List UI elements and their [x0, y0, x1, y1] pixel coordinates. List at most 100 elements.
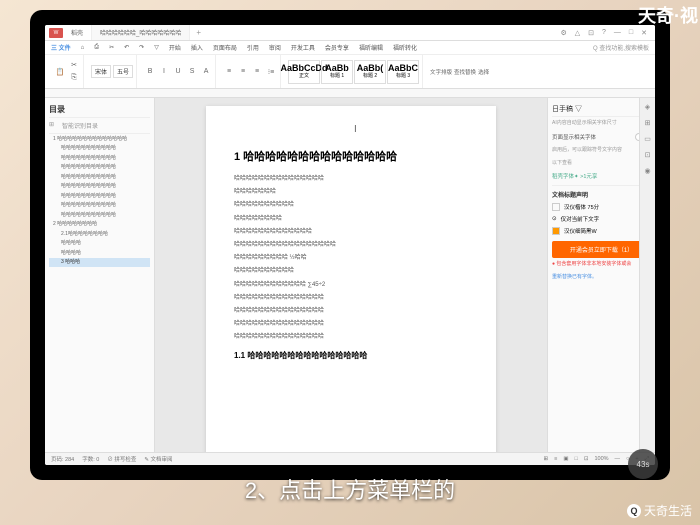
- menu-start[interactable]: 开始: [169, 43, 181, 52]
- status-words[interactable]: 字数: 0: [82, 455, 99, 463]
- outline-sidebar: 目录 ⊞ 智能识别目录 1 哈哈哈哈哈哈哈哈哈哈哈哈哈哈哈哈哈哈哈哈哈哈哈哈哈哈…: [45, 98, 155, 452]
- cut-button[interactable]: ✂: [68, 59, 80, 71]
- font-select[interactable]: 宋体: [91, 65, 111, 78]
- panel-opt2-hint: 启用后，可以跟踪符号文字内容: [552, 144, 651, 157]
- radio-icon[interactable]: ⊙: [552, 216, 557, 222]
- document-area[interactable]: I 1 哈哈哈哈哈哈哈哈哈哈哈哈哈哈 哈哈哈哈哈哈哈哈哈哈哈哈哈哈哈 哈哈哈哈哈…: [155, 98, 547, 452]
- menu-foxit-edit[interactable]: 福昕编辑: [359, 43, 383, 52]
- view-icon[interactable]: ≡: [554, 456, 557, 462]
- close-icon[interactable]: ✕: [641, 29, 647, 37]
- paragraph: 哈哈哈哈哈哈哈哈哈哈哈哈哈哈哈: [234, 319, 468, 329]
- outline-item[interactable]: 哈哈哈哈哈哈哈哈哈哈哈: [49, 201, 150, 211]
- menu-print-icon[interactable]: ⎙: [94, 44, 99, 51]
- menu-file[interactable]: 三 文件: [51, 43, 71, 52]
- view-icon[interactable]: □: [575, 456, 578, 462]
- menu-cut-icon[interactable]: ✂: [109, 44, 114, 51]
- view-icon[interactable]: ⊞: [544, 456, 549, 462]
- strip-icon[interactable]: ▭: [643, 134, 653, 144]
- outline-item[interactable]: 1 哈哈哈哈哈哈哈哈哈哈哈哈哈哈: [49, 134, 150, 144]
- outline-item[interactable]: 哈哈哈哈哈哈哈哈哈哈哈: [49, 210, 150, 220]
- tab-add[interactable]: +: [190, 28, 207, 37]
- color-button[interactable]: A: [200, 66, 212, 78]
- wps-logo[interactable]: W: [49, 28, 63, 38]
- outline-item[interactable]: 哈哈哈哈哈哈哈哈哈哈哈: [49, 182, 150, 192]
- menu-devtools[interactable]: 开发工具: [291, 43, 315, 52]
- download-button[interactable]: 开通会员立即下载（1）: [552, 241, 651, 258]
- menu-review[interactable]: 审阅: [269, 43, 281, 52]
- menu-dropdown-icon[interactable]: ▽: [154, 44, 159, 51]
- style-swatch-orange[interactable]: [552, 227, 560, 235]
- outline-tab-smart[interactable]: 智能识别目录: [62, 121, 98, 130]
- outline-item[interactable]: 哈哈哈哈哈哈哈哈哈哈哈: [49, 191, 150, 201]
- menu-redo-icon[interactable]: ↷: [139, 44, 144, 51]
- menu-layout[interactable]: 页面布局: [213, 43, 237, 52]
- style-gallery: AaBbCcDd正文 AaBb标题 1 AaBb(标题 2 AaBbC标题 3: [285, 55, 423, 88]
- style-h1[interactable]: AaBb标题 1: [321, 60, 353, 84]
- align-left-button[interactable]: ≡: [223, 66, 235, 78]
- font-style-3[interactable]: 汉仪细简黑W: [564, 227, 597, 235]
- tab-document[interactable]: 哈哈哈哈哈哈_哈哈哈哈哈哈哈: [92, 25, 190, 40]
- minimize-icon[interactable]: —: [614, 29, 621, 37]
- panel-link[interactable]: 稻壳字体✦ >1元享: [552, 170, 651, 182]
- panel-title-text[interactable]: 日手稿 ▽: [552, 104, 582, 114]
- style-h2[interactable]: AaBb(标题 2: [354, 60, 386, 84]
- outline-item[interactable]: 哈哈哈哈哈哈哈哈哈哈哈: [49, 163, 150, 173]
- view-icon[interactable]: ▣: [563, 456, 568, 462]
- paragraph: 哈哈哈哈哈哈哈哈哈哈哈哈哈哈哈哈哈: [234, 240, 468, 250]
- outline-item[interactable]: 哈哈哈哈: [49, 239, 150, 249]
- italic-button[interactable]: I: [158, 66, 170, 78]
- outline-item[interactable]: 2 哈哈哈哈哈哈哈哈: [49, 220, 150, 230]
- paste-button[interactable]: 📋: [54, 66, 66, 78]
- size-select[interactable]: 五号: [113, 65, 133, 78]
- maximize-icon[interactable]: □: [629, 29, 633, 37]
- tab-home[interactable]: 稻壳: [63, 25, 92, 40]
- strip-icon[interactable]: ⊡: [643, 150, 653, 160]
- settings-icon[interactable]: ⚙: [560, 29, 566, 37]
- bold-button[interactable]: B: [144, 66, 156, 78]
- find-replace-button[interactable]: 查找替换: [454, 66, 476, 78]
- heading-2: 1.1 哈哈哈哈哈哈哈哈哈哈哈哈哈哈哈: [234, 350, 468, 361]
- zoom-out-icon[interactable]: —: [615, 456, 621, 462]
- copy-button[interactable]: ⎘: [68, 72, 80, 84]
- ruler[interactable]: [45, 89, 655, 98]
- menu-home-icon[interactable]: ⌂: [81, 45, 85, 51]
- menu-member[interactable]: 会员专享: [325, 43, 349, 52]
- status-mode[interactable]: ✎ 文档审阅: [144, 455, 172, 463]
- page[interactable]: I 1 哈哈哈哈哈哈哈哈哈哈哈哈哈哈 哈哈哈哈哈哈哈哈哈哈哈哈哈哈哈 哈哈哈哈哈…: [206, 106, 496, 452]
- monitor-frame: W 稻壳 哈哈哈哈哈哈_哈哈哈哈哈哈哈 + ⚙ △ ⊡ ? — □ ✕ 三 文件…: [30, 10, 670, 480]
- strip-icon[interactable]: ◉: [643, 166, 653, 176]
- outline-item[interactable]: 3 哈哈哈: [49, 258, 150, 268]
- select-button[interactable]: 选择: [478, 66, 489, 78]
- outline-item[interactable]: 哈哈哈哈哈哈哈哈哈哈哈: [49, 172, 150, 182]
- help-icon[interactable]: ?: [602, 29, 606, 37]
- style-normal[interactable]: AaBbCcDd正文: [288, 60, 320, 84]
- view-icon[interactable]: ⊡: [584, 456, 589, 462]
- outline-item[interactable]: 哈哈哈哈哈哈哈哈哈哈哈: [49, 144, 150, 154]
- outline-item[interactable]: 2.1哈哈哈哈哈哈哈哈: [49, 229, 150, 239]
- menu-foxit-convert[interactable]: 福昕转化: [393, 43, 417, 52]
- strip-icon[interactable]: ◈: [643, 102, 653, 112]
- outline-item[interactable]: 哈哈哈哈: [49, 248, 150, 258]
- zoom-level[interactable]: 100%: [594, 456, 608, 462]
- strike-button[interactable]: S: [186, 66, 198, 78]
- status-page[interactable]: 页码: 284: [51, 455, 74, 463]
- font-style-1[interactable]: 汉仪楷体 75分: [564, 203, 599, 211]
- text-layout-button[interactable]: 文字排版: [430, 66, 452, 78]
- notify-icon[interactable]: △: [575, 29, 580, 37]
- style-swatch[interactable]: [552, 203, 560, 211]
- warning-link[interactable]: 重新替换已有字体。: [552, 271, 651, 284]
- align-right-button[interactable]: ≡: [251, 66, 263, 78]
- status-spell[interactable]: ⊘ 拼写检查: [107, 455, 136, 463]
- underline-button[interactable]: U: [172, 66, 184, 78]
- menu-insert[interactable]: 插入: [191, 43, 203, 52]
- outline-tab-icon[interactable]: ⊞: [49, 121, 54, 130]
- style-h3[interactable]: AaBbC标题 3: [387, 60, 419, 84]
- outline-item[interactable]: 哈哈哈哈哈哈哈哈哈哈哈: [49, 153, 150, 163]
- menu-search[interactable]: Q 查找功能,搜索模板: [593, 43, 649, 52]
- strip-icon[interactable]: ⊞: [643, 118, 653, 128]
- align-center-button[interactable]: ≡: [237, 66, 249, 78]
- skin-icon[interactable]: ⊡: [588, 29, 594, 37]
- menu-reference[interactable]: 引用: [247, 43, 259, 52]
- menu-undo-icon[interactable]: ↶: [124, 44, 129, 51]
- list-button[interactable]: ⁝≡: [265, 66, 277, 78]
